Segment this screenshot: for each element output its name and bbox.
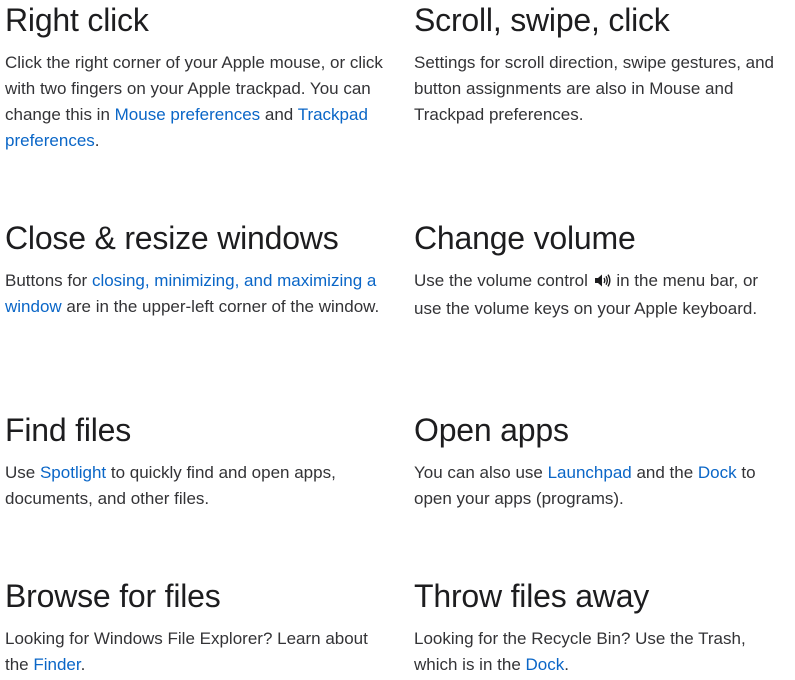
body-text: and the — [631, 463, 698, 482]
tile-title-throw-away: Throw files away — [414, 578, 650, 614]
tile-scroll-swipe-click: Scroll, swipe, click Settings for scroll… — [414, 0, 790, 128]
tile-body-open-apps: You can also use Launchpad and the Dock … — [414, 460, 790, 512]
speaker-volume-icon — [594, 270, 611, 296]
tile-title-close-resize: Close & resize windows — [5, 220, 339, 256]
tile-body-close-resize: Buttons for closing, minimizing, and max… — [5, 268, 385, 320]
body-text: You can also use — [414, 463, 548, 482]
tile-change-volume: Change volume Use the volume control in … — [414, 218, 790, 322]
tile-title-find-files: Find files — [5, 412, 132, 448]
tile-right-click: Right click Click the right corner of yo… — [5, 0, 385, 154]
dock-link[interactable]: Dock — [526, 655, 565, 674]
finder-link[interactable]: Finder — [33, 655, 80, 674]
tile-throw-files-away: Throw files away Looking for the Recycle… — [414, 576, 790, 678]
tile-body-volume: Use the volume control in the menu bar, … — [414, 268, 790, 322]
body-text: Use the volume control — [414, 271, 593, 290]
mouse-preferences-link[interactable]: Mouse preferences — [115, 105, 261, 124]
tile-title-scroll: Scroll, swipe, click — [414, 2, 670, 38]
tile-close-resize-windows: Close & resize windows Buttons for closi… — [5, 218, 385, 320]
tile-title-browse-files: Browse for files — [5, 578, 221, 614]
launchpad-link[interactable]: Launchpad — [548, 463, 632, 482]
dock-link[interactable]: Dock — [698, 463, 737, 482]
body-text: are in the upper-left corner of the wind… — [61, 297, 380, 316]
tile-open-apps: Open apps You can also use Launchpad and… — [414, 410, 790, 512]
tile-title-volume: Change volume — [414, 220, 636, 256]
tile-title-right-click: Right click — [5, 2, 149, 38]
body-text: Looking for the Recycle Bin? Use the Tra… — [414, 629, 746, 674]
body-text: . — [80, 655, 86, 674]
body-text: and — [260, 105, 298, 124]
tile-browse-for-files: Browse for files Looking for Windows Fil… — [5, 576, 385, 678]
tile-find-files: Find files Use Spotlight to quickly find… — [5, 410, 385, 512]
tile-body-throw-away: Looking for the Recycle Bin? Use the Tra… — [414, 626, 790, 678]
tile-body-find-files: Use Spotlight to quickly find and open a… — [5, 460, 385, 512]
body-text: Settings for scroll direction, swipe ges… — [414, 53, 775, 124]
body-text: Buttons for — [5, 271, 92, 290]
tile-body-browse-files: Looking for Windows File Explorer? Learn… — [5, 626, 385, 678]
spotlight-link[interactable]: Spotlight — [40, 463, 106, 482]
body-text: Use — [5, 463, 40, 482]
tile-body-right-click: Click the right corner of your Apple mou… — [5, 50, 385, 154]
body-text: . — [564, 655, 569, 674]
tile-title-open-apps: Open apps — [414, 412, 569, 448]
tile-body-scroll: Settings for scroll direction, swipe ges… — [414, 50, 790, 128]
body-text: . — [94, 131, 100, 150]
